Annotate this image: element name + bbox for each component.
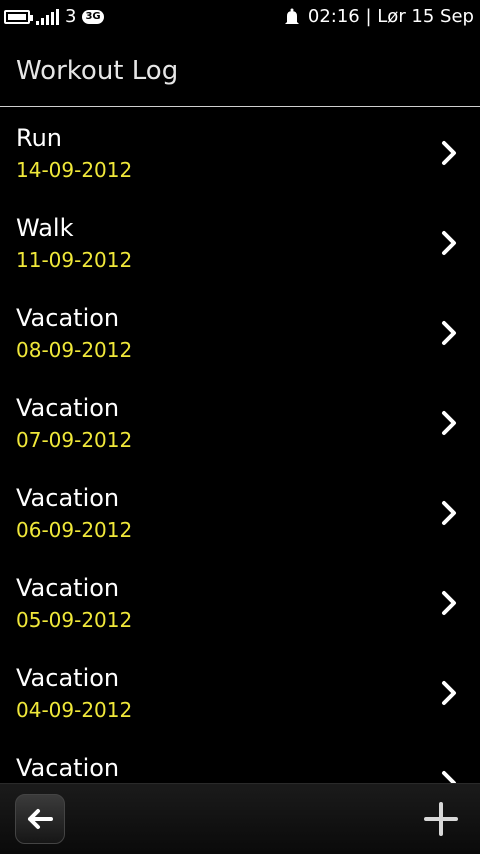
item-title: Walk <box>16 214 74 242</box>
item-date: 14-09-2012 <box>16 158 133 182</box>
battery-icon <box>4 9 33 24</box>
signal-bars-icon <box>36 8 59 25</box>
status-left: 3 3G <box>4 6 104 27</box>
item-date: 11-09-2012 <box>16 248 133 272</box>
list-item[interactable]: Vacation 07-09-2012 <box>0 378 480 468</box>
list-item[interactable]: Vacation 04-09-2012 <box>0 648 480 738</box>
item-title: Vacation <box>16 574 120 602</box>
page-header: Workout Log <box>0 34 480 107</box>
chevron-right-icon <box>442 411 456 435</box>
item-title: Run <box>16 124 63 152</box>
item-date: 04-09-2012 <box>16 698 133 722</box>
network-type-badge: 3G <box>82 9 104 24</box>
item-title: Vacation <box>16 664 120 692</box>
item-title: Vacation <box>16 304 120 332</box>
bottom-toolbar <box>0 783 480 854</box>
list-item[interactable]: Vacation <box>0 738 480 784</box>
plus-icon[interactable] <box>424 802 458 836</box>
back-button[interactable] <box>15 794 65 844</box>
item-date: 07-09-2012 <box>16 428 133 452</box>
item-date: 05-09-2012 <box>16 608 133 632</box>
chevron-right-icon <box>442 231 456 255</box>
item-date: 08-09-2012 <box>16 338 133 362</box>
list-item[interactable]: Walk 11-09-2012 <box>0 198 480 288</box>
list-item[interactable]: Vacation 05-09-2012 <box>0 558 480 648</box>
status-right: 02:16 | Lør 15 Sep <box>284 6 474 27</box>
list-item[interactable]: Vacation 08-09-2012 <box>0 288 480 378</box>
workout-list: Run 14-09-2012 Walk 11-09-2012 Vacation … <box>0 108 480 784</box>
item-title: Vacation <box>16 754 120 782</box>
chevron-right-icon <box>442 591 456 615</box>
page-title: Workout Log <box>16 56 179 86</box>
chevron-right-icon <box>442 321 456 345</box>
chevron-right-icon <box>442 771 456 784</box>
status-time-date: 02:16 | Lør 15 Sep <box>307 6 474 27</box>
chevron-right-icon <box>442 501 456 525</box>
item-title: Vacation <box>16 394 120 422</box>
back-arrow-icon <box>28 809 53 829</box>
notification-bell-icon <box>284 8 299 24</box>
chevron-right-icon <box>442 681 456 705</box>
list-item[interactable]: Vacation 06-09-2012 <box>0 468 480 558</box>
chevron-right-icon <box>442 141 456 165</box>
status-bar: 3 3G 02:16 | Lør 15 Sep <box>0 0 480 34</box>
signal-number: 3 <box>65 6 77 27</box>
item-date: 06-09-2012 <box>16 518 133 542</box>
item-title: Vacation <box>16 484 120 512</box>
list-item[interactable]: Run 14-09-2012 <box>0 108 480 198</box>
